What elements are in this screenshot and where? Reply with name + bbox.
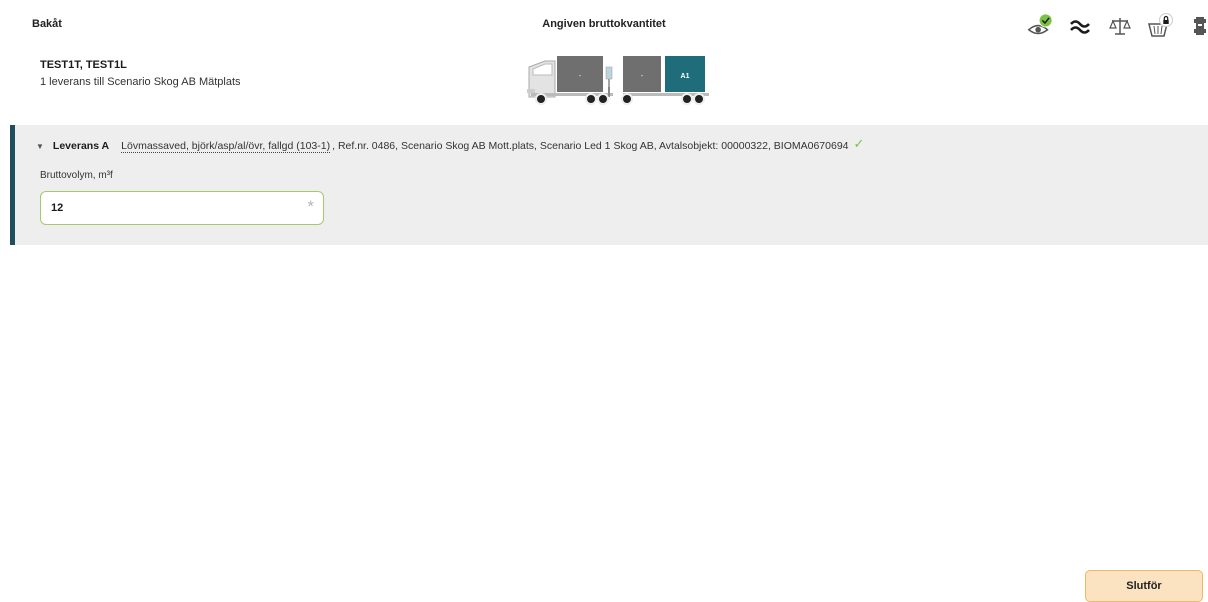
toolbar xyxy=(1026,12,1208,40)
compartment-1[interactable]: - xyxy=(557,56,603,92)
finish-button[interactable]: Slutför xyxy=(1085,570,1203,602)
vehicle-ids: TEST1T, TEST1L xyxy=(40,59,127,71)
assortment-link[interactable]: Lövmassaved, björk/asp/al/övr, fallgd (1… xyxy=(121,140,331,153)
scale-icon[interactable] xyxy=(1106,12,1134,40)
wheel xyxy=(681,93,693,105)
wheel xyxy=(585,93,597,105)
gross-volume-label: Bruttovolym, m³f xyxy=(40,170,113,181)
wheel xyxy=(535,93,547,105)
compartment-3-label: A1 xyxy=(681,73,690,80)
checkmark-icon: ✓ xyxy=(853,136,865,151)
delivery-header: ▼ Leverans A Lövmassaved, björk/asp/al/ö… xyxy=(36,136,865,154)
collapse-caret-icon[interactable]: ▼ xyxy=(36,142,44,151)
delivery-title: Leverans A xyxy=(52,140,110,152)
wheel xyxy=(693,93,705,105)
compartment-2[interactable]: - xyxy=(623,56,661,92)
approx-icon[interactable] xyxy=(1066,12,1094,40)
required-asterisk-icon: * xyxy=(307,197,314,216)
vehicle-top-icon[interactable] xyxy=(1186,12,1208,40)
truck-cab xyxy=(527,60,556,98)
basket-lock-icon[interactable] xyxy=(1146,12,1174,40)
eye-check-icon[interactable] xyxy=(1026,12,1054,40)
wheel xyxy=(597,93,609,105)
vehicle-info: TEST1T, TEST1L 1 leverans till Scenario … xyxy=(40,59,241,88)
delivery-details: , Ref.nr. 0486, Scenario Skog AB Mott.pl… xyxy=(332,140,849,152)
wheel xyxy=(621,93,633,105)
gross-volume-input[interactable] xyxy=(41,192,323,224)
delivery-summary: 1 leverans till Scenario Skog AB Mätplat… xyxy=(40,76,241,88)
truck-coupling xyxy=(605,66,613,97)
delivery-panel: ▼ Leverans A Lövmassaved, björk/asp/al/ö… xyxy=(10,125,1208,245)
gross-volume-field: * xyxy=(40,191,324,225)
compartment-3[interactable]: A1 xyxy=(665,56,705,92)
truck-diagram: - - A1 xyxy=(527,56,709,105)
